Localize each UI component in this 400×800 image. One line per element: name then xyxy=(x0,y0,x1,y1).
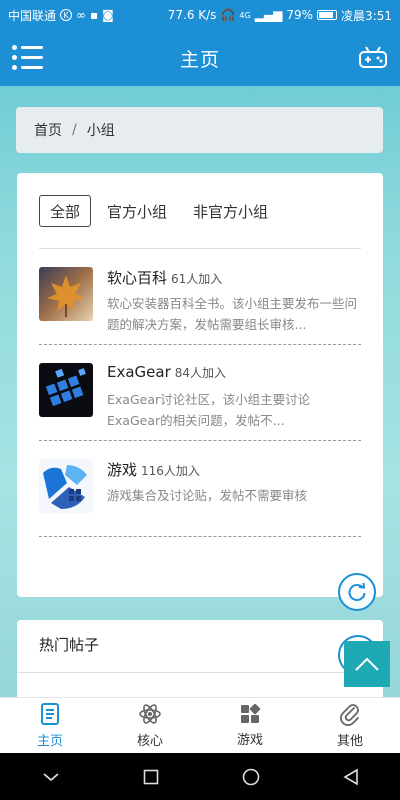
carrier-label: 中国联通 xyxy=(8,8,57,23)
menu-button[interactable] xyxy=(10,42,46,74)
refresh-icon xyxy=(348,582,366,602)
group-name: 游戏 xyxy=(107,461,138,479)
home-circle-icon[interactable] xyxy=(242,768,260,786)
top-app-bar: 主页 xyxy=(0,30,400,86)
recent-apps-icon[interactable] xyxy=(143,769,159,785)
network-speed: 77.6 K/s xyxy=(167,8,217,22)
chevron-down-icon[interactable] xyxy=(42,771,60,783)
groups-card: 全部 官方小组 非官方小组 软心百科 61人加入 软心安装器百科全书。该小组主要发… xyxy=(17,173,383,597)
group-description: 游戏集合及讨论贴，发帖不需要审核 xyxy=(107,488,308,503)
breadcrumb-home[interactable]: 首页 xyxy=(34,120,62,140)
document-icon xyxy=(41,703,59,725)
nav-label: 主页 xyxy=(36,734,63,749)
game-button[interactable] xyxy=(358,46,388,70)
group-title: 软心百科 61人加入 xyxy=(107,267,222,288)
group-description: 软心安装器百科全书。该小组主要发布一些问题的解决方案，发帖需要组长审核... xyxy=(107,296,358,332)
battery-icon xyxy=(317,10,338,20)
breadcrumb-separator: / xyxy=(72,122,77,138)
group-description: ExaGear讨论社区，该小组主要讨论ExaGear的相关问题，发帖不... xyxy=(107,392,311,428)
tab-unofficial[interactable]: 非官方小组 xyxy=(183,195,278,227)
atom-icon xyxy=(139,704,161,724)
group-title: ExaGear 84人加入 xyxy=(107,363,226,381)
nav-label: 其他 xyxy=(336,734,363,749)
scroll-to-top-button[interactable] xyxy=(344,641,390,687)
tab-official[interactable]: 官方小组 xyxy=(97,195,177,227)
nav-label: 核心 xyxy=(136,734,163,749)
member-count: 116人加入 xyxy=(141,464,200,478)
hot-posts-divider xyxy=(17,672,383,673)
breadcrumb-current: 小组 xyxy=(86,123,115,139)
notification-icon: ▪ xyxy=(90,8,99,22)
member-count: 61人加入 xyxy=(171,272,223,286)
group-name: ExaGear xyxy=(107,363,171,381)
item-divider xyxy=(39,536,361,537)
nav-label: 游戏 xyxy=(236,733,263,748)
group-title: 游戏 116人加入 xyxy=(107,459,200,480)
hot-posts-title: 热门帖子 xyxy=(39,636,100,654)
bottom-navigation: 主页 核心 游戏 其他 xyxy=(0,697,400,753)
game-logo-thumbnail xyxy=(39,459,93,513)
nav-core[interactable]: 核心 xyxy=(100,698,200,753)
battery-percent: 79% xyxy=(286,8,314,22)
group-item-games[interactable]: 游戏 116人加入 游戏集合及讨论贴，发帖不需要审核 xyxy=(39,441,361,537)
nav-home[interactable]: 主页 xyxy=(0,698,100,753)
chevron-up-icon xyxy=(355,657,379,671)
exagear-logo-thumbnail xyxy=(39,363,93,417)
member-count: 84人加入 xyxy=(174,366,227,380)
signal-icon: ▂▄▆ xyxy=(254,8,283,22)
nav-games[interactable]: 游戏 xyxy=(200,698,300,753)
group-name: 软心百科 xyxy=(107,269,168,287)
system-nav-bar xyxy=(0,753,400,800)
group-tabs: 全部 官方小组 非官方小组 xyxy=(39,195,284,227)
group-item-exagear[interactable]: ExaGear 84人加入 ExaGear讨论社区，该小组主要讨论ExaGear的… xyxy=(39,345,361,441)
breadcrumb: 首页 / 小组 xyxy=(16,107,383,153)
app-icon: ◙ xyxy=(102,8,114,22)
headset-icon: 🎧 xyxy=(220,8,236,22)
maple-leaf-thumbnail xyxy=(39,267,93,321)
group-item-ruanxin[interactable]: 软心百科 61人加入 软心安装器百科全书。该小组主要发布一些问题的解决方案，发帖需… xyxy=(39,249,361,345)
signal-label: 4G xyxy=(239,10,251,20)
clock: 凌晨3:51 xyxy=(341,8,392,23)
paperclip-icon xyxy=(340,704,359,726)
status-bar: 中国联通 K ∞ ▪ ◙ 77.6 K/s 🎧 4G ▂▄▆ 79% 凌晨3:5… xyxy=(0,0,400,30)
page-title: 主页 xyxy=(179,48,220,71)
infinity-icon: ∞ xyxy=(76,8,87,22)
nav-other[interactable]: 其他 xyxy=(300,698,400,753)
k-icon: K xyxy=(60,9,73,21)
tab-all[interactable]: 全部 xyxy=(39,195,92,227)
refresh-button[interactable] xyxy=(338,573,376,611)
apps-grid-icon xyxy=(241,703,261,723)
back-triangle-icon[interactable] xyxy=(342,768,359,786)
gamepad-icon xyxy=(359,46,387,68)
